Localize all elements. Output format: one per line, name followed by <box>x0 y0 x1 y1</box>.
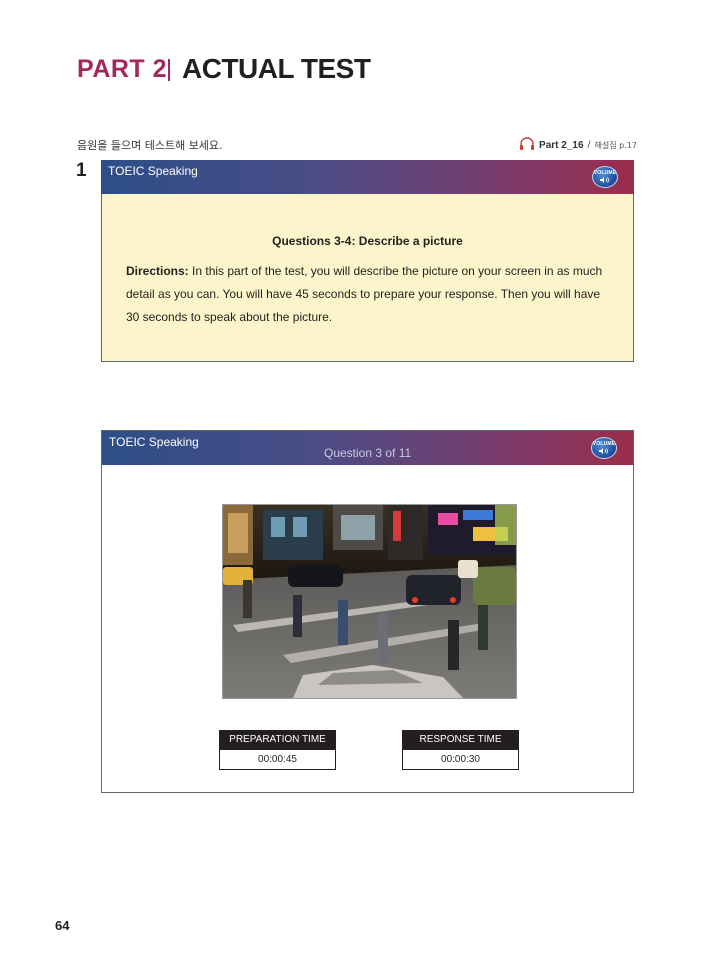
directions-text: In this part of the test, you will descr… <box>126 264 603 324</box>
question-counter: Question 3 of 11 <box>324 446 412 460</box>
audio-reference: Part 2_16 / 해설집 p.17 <box>519 137 637 153</box>
section-title: ACTUAL TEST <box>182 53 371 84</box>
city-street-photo <box>222 504 517 699</box>
directions-heading: Questions 3-4: Describe a picture <box>272 234 463 248</box>
preparation-time-value: 00:00:45 <box>219 750 336 770</box>
audio-track: Part 2_16 <box>539 139 584 151</box>
question-panel: TOEIC Speaking Question 3 of 11 VOLUME P… <box>101 430 634 793</box>
app-title: TOEIC Speaking <box>109 435 199 449</box>
part-divider <box>168 59 170 81</box>
directions-body: Directions: In this part of the test, yo… <box>126 260 606 329</box>
question-number: 1 <box>76 160 87 181</box>
volume-button[interactable]: VOLUME <box>591 437 617 459</box>
volume-label: VOLUME <box>593 170 617 176</box>
explanation-ref: 해설집 p.17 <box>594 140 637 150</box>
part-label: PART 2 <box>77 55 168 83</box>
instruction-text: 음원을 들으며 테스트해 보세요. <box>77 139 223 152</box>
directions-label: Directions: <box>126 264 189 278</box>
headphones-icon <box>519 137 535 153</box>
audio-ref-separator: / <box>587 140 591 150</box>
panel-header: TOEIC Speaking Question 3 of 11 VOLUME <box>102 431 633 465</box>
preparation-time-label: PREPARATION TIME <box>219 730 336 750</box>
panel-header: TOEIC Speaking VOLUME <box>101 160 634 194</box>
speaker-icon <box>600 177 609 183</box>
preparation-timer: PREPARATION TIME 00:00:45 <box>219 730 336 770</box>
response-time-label: RESPONSE TIME <box>402 730 519 750</box>
app-title: TOEIC Speaking <box>108 164 198 178</box>
speaker-icon <box>599 448 608 454</box>
response-time-value: 00:00:30 <box>402 750 519 770</box>
volume-button[interactable]: VOLUME <box>592 166 618 188</box>
response-timer: RESPONSE TIME 00:00:30 <box>402 730 519 770</box>
page-number: 64 <box>55 918 70 933</box>
volume-label: VOLUME <box>592 441 616 447</box>
directions-panel: TOEIC Speaking VOLUME Questions 3-4: Des… <box>101 160 634 362</box>
